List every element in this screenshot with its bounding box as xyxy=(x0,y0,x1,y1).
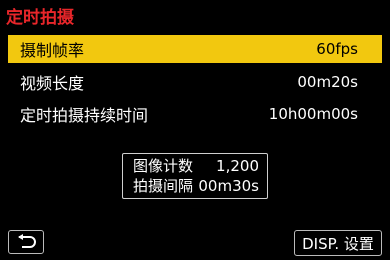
menu-item-value: 00m20s xyxy=(297,73,358,91)
info-panel: 图像计数 1,200 拍摄间隔 00m30s xyxy=(122,153,268,199)
page-title: 定时拍摄 xyxy=(6,8,74,28)
menu-item-value: 10h00m00s xyxy=(268,105,358,123)
interval-label: 拍摄间隔 xyxy=(133,177,194,195)
menu-item-timelapse-duration[interactable]: 定时拍摄持续时间 10h00m00s xyxy=(8,100,382,128)
interval-line: 拍摄间隔 00m30s xyxy=(133,176,259,196)
back-button[interactable] xyxy=(8,230,44,254)
menu-item-label: 摄制帧率 xyxy=(20,41,85,60)
disp-settings-button[interactable]: DISP. 设置 xyxy=(294,230,382,256)
image-count-label: 图像计数 xyxy=(133,157,194,175)
menu-item-value: 60fps xyxy=(316,40,358,58)
image-count-value: 1,200 xyxy=(216,157,259,175)
back-arrow-icon xyxy=(15,233,37,252)
menu-item-frame-rate[interactable]: 摄制帧率 60fps xyxy=(8,35,382,63)
menu-item-label: 定时拍摄持续时间 xyxy=(20,106,149,125)
menu-item-label: 视频长度 xyxy=(20,74,85,93)
interval-value: 00m30s xyxy=(198,177,259,195)
image-count-line: 图像计数 1,200 xyxy=(133,156,259,176)
menu-item-video-length[interactable]: 视频长度 00m20s xyxy=(8,68,382,96)
